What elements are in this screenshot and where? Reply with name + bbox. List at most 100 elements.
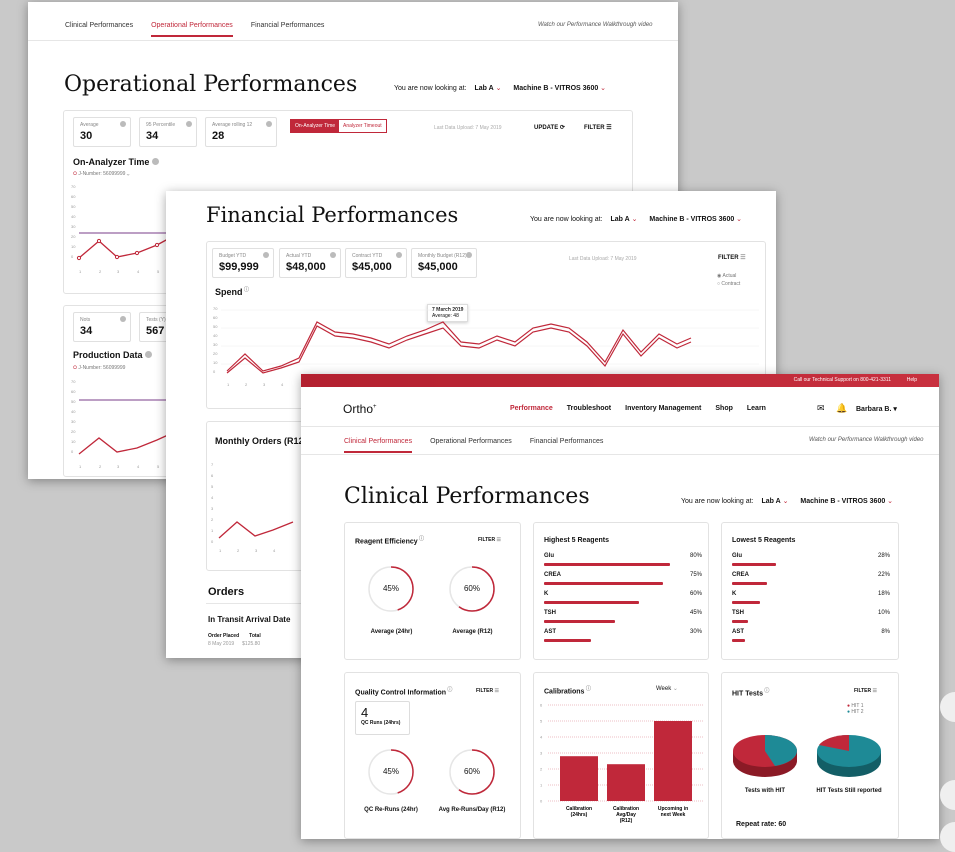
bar	[654, 721, 692, 801]
y-tick: 0	[211, 539, 214, 544]
user-menu[interactable]: Barbara B. ▾	[856, 405, 897, 413]
spend-title-text: Spend	[215, 287, 243, 297]
radio-empty-icon: ○	[717, 281, 721, 287]
filter-icon: ☰	[872, 688, 878, 694]
y-tick: 10	[71, 244, 76, 249]
y-tick: 70	[71, 184, 76, 189]
x-tick: 2	[99, 464, 102, 469]
reagent-value: 60%	[689, 591, 702, 597]
nav-inventory[interactable]: Inventory Management	[625, 405, 701, 412]
y-tick: 0	[213, 369, 216, 374]
filter-button[interactable]: FILTER ☰	[584, 124, 612, 131]
y-tick: 30	[213, 342, 218, 347]
info-icon	[120, 316, 126, 322]
main-nav: Performance Troubleshoot Inventory Manag…	[510, 405, 766, 412]
nav-learn[interactable]: Learn	[747, 405, 766, 412]
info-icon: ⓘ	[446, 687, 453, 693]
walkthrough-link[interactable]: Watch our Performance Walkthrough video	[538, 22, 653, 28]
bar-label: Calibration Avg/Day (R12)	[613, 806, 639, 824]
logo-text: Ortho	[343, 402, 374, 416]
context-selector: You are now looking at: Lab A ⌄ Machine …	[681, 497, 893, 505]
production-title: Production Data	[73, 350, 153, 360]
donut-label: Avg Re-Runs/Day (R12)	[438, 807, 506, 813]
donut-value: 45%	[382, 767, 399, 776]
filter-button[interactable]: FILTER ☰	[478, 537, 501, 543]
lab-select[interactable]: Lab A	[761, 498, 780, 505]
x-tick: 1	[79, 464, 82, 469]
data-point	[114, 254, 120, 260]
order-total: $125.80	[242, 641, 261, 647]
tab-financial[interactable]: Financial Performances	[251, 16, 325, 37]
highest-reagents-card: Highest 5 Reagents Glu 80% CREA 75% K 60…	[533, 522, 709, 660]
refresh-icon: ⟳	[559, 125, 565, 131]
series-line	[218, 521, 294, 539]
reagent-name: K	[732, 591, 737, 597]
x-tick: 3	[117, 464, 120, 469]
donut-value: 60%	[463, 767, 480, 776]
hit-pie-2	[817, 734, 881, 777]
machine-select[interactable]: Machine B - VITROS 3600	[513, 85, 598, 92]
chevron-down-icon: ⌄	[629, 216, 638, 223]
stat-value: $48,000	[286, 261, 326, 273]
reagent-row: K 60%	[544, 591, 702, 610]
info-icon	[186, 121, 192, 127]
machine-select[interactable]: Machine B - VITROS 3600	[800, 498, 885, 505]
clinical-tabs: Clinical Performances Operational Perfor…	[344, 432, 603, 453]
stat-label: Average rolling 12	[212, 122, 253, 128]
filter-button[interactable]: FILTER ☰	[476, 688, 499, 694]
bell-icon[interactable]: 🔔	[836, 403, 847, 414]
toggle-analyzer-timeout[interactable]: Analyzer Timeout	[339, 120, 386, 132]
legend-label: HIT 2	[851, 709, 864, 715]
filter-label: FILTER	[476, 688, 494, 694]
period-select[interactable]: Week ⌄	[656, 685, 678, 692]
tab-financial[interactable]: Financial Performances	[530, 432, 604, 453]
monthly-chart: 7 6 5 4 3 2 1 0 1 2 3 4	[211, 462, 294, 553]
y-tick: 10	[213, 360, 218, 365]
nav-performance[interactable]: Performance	[510, 405, 553, 412]
divider	[301, 454, 939, 455]
jnumber-select[interactable]: ⭘ J-Number: 56099999 ⌄	[73, 171, 129, 177]
info-icon: ⓘ	[584, 686, 591, 692]
production-jnumber[interactable]: ⭘ J-Number: 56099999	[73, 365, 125, 371]
nav-shop[interactable]: Shop	[715, 405, 733, 412]
y-tick: 20	[71, 429, 76, 434]
filter-button[interactable]: FILTER ☰	[854, 688, 877, 694]
divider	[206, 603, 306, 604]
info-icon	[466, 252, 472, 258]
logo[interactable]: Ortho+	[343, 402, 377, 416]
tab-clinical[interactable]: Clinical Performances	[344, 432, 413, 453]
y-tick: 0	[71, 254, 74, 259]
y-tick: 20	[213, 351, 218, 356]
legend-contract[interactable]: ○ Contract	[717, 280, 740, 288]
legend-dot-icon: ●	[847, 709, 851, 715]
data-point	[134, 250, 140, 256]
tab-operational[interactable]: Operational Performances	[430, 432, 512, 453]
jnumber-text: J-Number: 56099999	[78, 171, 126, 177]
logo-sup: +	[373, 404, 377, 410]
mail-icon[interactable]: ✉	[817, 403, 825, 414]
help-link[interactable]: Help	[907, 377, 917, 383]
lab-select[interactable]: Lab A	[610, 216, 629, 223]
walkthrough-link[interactable]: Watch our Performance Walkthrough video	[809, 437, 924, 443]
table-row[interactable]: 8 May 2019 $125.80	[208, 641, 260, 647]
filter-icon: ☰	[496, 537, 502, 543]
filter-button[interactable]: FILTER ☰	[718, 254, 746, 261]
stat-value: $45,000	[352, 261, 392, 273]
nav-troubleshoot[interactable]: Troubleshoot	[567, 405, 611, 412]
tab-operational[interactable]: Operational Performances	[151, 16, 233, 37]
machine-select[interactable]: Machine B - VITROS 3600	[649, 216, 734, 223]
bar-label: Upcoming in next Week	[658, 806, 688, 818]
lab-select[interactable]: Lab A	[474, 85, 493, 92]
tab-clinical[interactable]: Clinical Performances	[65, 16, 133, 37]
legend-actual[interactable]: ◉ Actual	[717, 272, 740, 280]
y-tick: 1	[211, 528, 214, 533]
reagent-value: 18%	[877, 591, 890, 597]
y-tick: 5	[540, 719, 543, 724]
update-button[interactable]: UPDATE ⟳	[534, 124, 565, 131]
reagent-name: Glu	[544, 553, 554, 559]
y-tick: 60	[213, 315, 218, 320]
toggle-on-analyzer[interactable]: On-Analyzer Time	[291, 120, 340, 132]
reagent-value: 45%	[689, 610, 702, 616]
reagent-row: CREA 75%	[544, 572, 702, 591]
reagent-value: 80%	[689, 553, 702, 559]
